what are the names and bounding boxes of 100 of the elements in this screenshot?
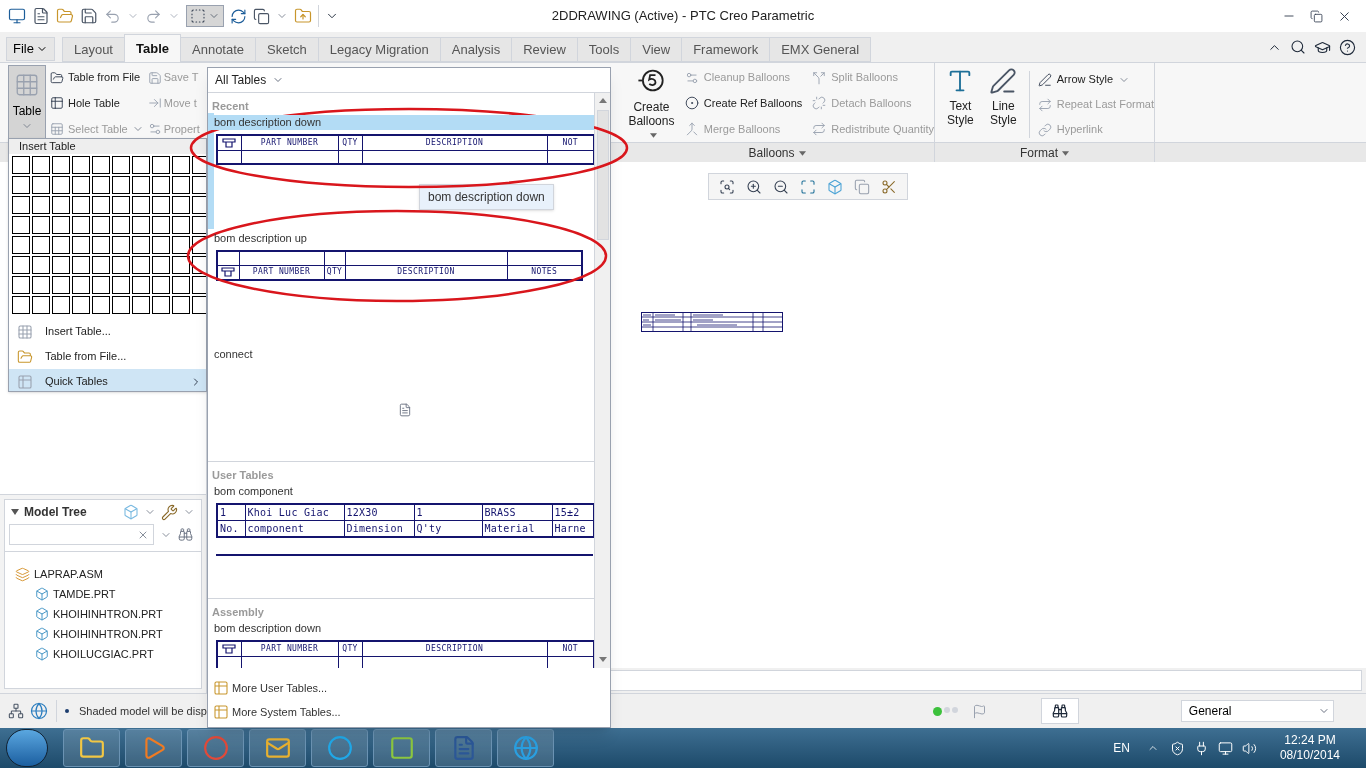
- ribbon-tab[interactable]: View: [630, 37, 683, 62]
- taskbar-app[interactable]: [249, 729, 306, 767]
- folder-icon[interactable]: [294, 7, 312, 25]
- table-size-cell[interactable]: [32, 296, 50, 314]
- menu-item[interactable]: More User Tables...: [213, 676, 610, 700]
- table-size-cell[interactable]: [52, 296, 70, 314]
- table-size-cell[interactable]: [112, 276, 130, 294]
- table-size-cell[interactable]: [172, 236, 190, 254]
- table-size-cell[interactable]: [172, 256, 190, 274]
- zoom-in-icon[interactable]: [745, 178, 762, 195]
- table-size-cell[interactable]: [172, 296, 190, 314]
- table-size-cell[interactable]: [92, 276, 110, 294]
- open-icon[interactable]: [56, 7, 74, 25]
- table-size-cell[interactable]: [152, 276, 170, 294]
- taskbar-app[interactable]: [373, 729, 430, 767]
- ribbon-tab[interactable]: EMX General: [769, 37, 872, 62]
- tools-icon[interactable]: [161, 503, 178, 521]
- menu-item[interactable]: More System Tables...: [213, 700, 610, 724]
- table-size-cell[interactable]: [72, 176, 90, 194]
- table-size-cell[interactable]: [72, 156, 90, 174]
- ribbon-tab[interactable]: Legacy Migration: [317, 37, 441, 62]
- redo-icon[interactable]: [145, 7, 162, 25]
- table-size-cell[interactable]: [132, 296, 150, 314]
- table-size-cell[interactable]: [112, 216, 130, 234]
- table-size-cell[interactable]: [132, 196, 150, 214]
- table-size-cell[interactable]: [52, 276, 70, 294]
- menu-item[interactable]: Insert Table...: [9, 319, 206, 344]
- regenerate-icon[interactable]: [230, 7, 247, 25]
- ribbon-tab[interactable]: Sketch: [255, 37, 319, 62]
- menu-item[interactable]: Quick Tables: [9, 369, 206, 391]
- create-balloons-button[interactable]: Create Balloons: [626, 65, 677, 142]
- table-size-cell[interactable]: [152, 176, 170, 194]
- refit-icon[interactable]: [718, 178, 735, 195]
- filter-select[interactable]: General: [1180, 700, 1334, 722]
- quick-table-item[interactable]: bom component 1 Khoi Luc Giac 12X30 1 BRASS 15±2 No. component Dimension Q'ty Material Harne: [208, 482, 594, 598]
- table-size-cell[interactable]: [132, 256, 150, 274]
- start-button[interactable]: [6, 729, 48, 767]
- table-size-cell[interactable]: [32, 236, 50, 254]
- ribbon-tab[interactable]: Tools: [576, 37, 632, 62]
- filter-dropdown[interactable]: All Tables: [215, 71, 285, 89]
- tree-item[interactable]: KHOIHINHTRON.PRT: [35, 604, 191, 624]
- table-size-cell[interactable]: [72, 276, 90, 294]
- search-field[interactable]: [9, 524, 154, 545]
- group-label[interactable]: Format: [1020, 143, 1069, 162]
- table-button[interactable]: Table: [8, 65, 46, 139]
- volume-icon[interactable]: [1241, 740, 1257, 756]
- table-size-cell[interactable]: [172, 216, 190, 234]
- table-size-cell[interactable]: [52, 196, 70, 214]
- table-size-cell[interactable]: [172, 156, 190, 174]
- tree-item[interactable]: KHOILUCGIAC.PRT: [35, 644, 191, 664]
- table-size-cell[interactable]: [52, 176, 70, 194]
- ribbon-button[interactable]: Hole Table: [50, 90, 144, 116]
- ribbon-tab[interactable]: Table: [124, 34, 181, 62]
- table-size-cell[interactable]: [92, 216, 110, 234]
- table-size-cell[interactable]: [72, 196, 90, 214]
- table-size-cell[interactable]: [112, 176, 130, 194]
- quick-table-item[interactable]: bom description up PART NUMBER QTY DESCRIPTION NOTES: [208, 229, 594, 345]
- navigator-icon[interactable]: [8, 703, 24, 719]
- table-size-cell[interactable]: [112, 256, 130, 274]
- table-size-cell[interactable]: [192, 296, 206, 314]
- table-size-cell[interactable]: [132, 236, 150, 254]
- menu-item[interactable]: Table from File...: [9, 344, 206, 369]
- language-indicator[interactable]: EN: [1113, 739, 1130, 757]
- find-icon[interactable]: [178, 527, 193, 542]
- table-size-cell[interactable]: [12, 276, 30, 294]
- table-size-cell[interactable]: [192, 196, 206, 214]
- scroll-thumb[interactable]: [596, 110, 609, 240]
- style-button[interactable]: Text Style: [943, 67, 978, 142]
- action-center-icon[interactable]: [1169, 740, 1185, 756]
- table-size-cell[interactable]: [92, 156, 110, 174]
- ribbon-button[interactable]: Arrow Style: [1037, 67, 1154, 92]
- table-size-cell[interactable]: [12, 216, 30, 234]
- table-size-cell[interactable]: [52, 156, 70, 174]
- table-size-cell[interactable]: [92, 256, 110, 274]
- tree-item[interactable]: TAMDE.PRT: [35, 584, 191, 604]
- table-size-cell[interactable]: [192, 216, 206, 234]
- table-size-cell[interactable]: [112, 196, 130, 214]
- new-icon[interactable]: [32, 7, 50, 25]
- table-size-cell[interactable]: [92, 176, 110, 194]
- group-label[interactable]: Balloons: [748, 143, 806, 162]
- file-menu[interactable]: File: [6, 37, 55, 61]
- table-size-cell[interactable]: [12, 156, 30, 174]
- find-button[interactable]: [1040, 698, 1079, 724]
- table-size-cell[interactable]: [32, 216, 50, 234]
- table-size-cell[interactable]: [112, 236, 130, 254]
- table-size-cell[interactable]: [92, 296, 110, 314]
- table-size-cell[interactable]: [32, 256, 50, 274]
- tree-item[interactable]: KHOIHINHTRON.PRT: [35, 624, 191, 644]
- quick-table-item[interactable]: bom description down PART NUMBER QTY DESCRIPTION NOT: [208, 619, 594, 668]
- table-size-cell[interactable]: [52, 236, 70, 254]
- table-size-cell[interactable]: [52, 216, 70, 234]
- ribbon-tab[interactable]: Review: [511, 37, 578, 62]
- table-size-cell[interactable]: [132, 276, 150, 294]
- table-size-cell[interactable]: [172, 196, 190, 214]
- zoom-out-icon[interactable]: [772, 178, 789, 195]
- table-size-cell[interactable]: [12, 196, 30, 214]
- table-size-cell[interactable]: [152, 236, 170, 254]
- table-size-cell[interactable]: [172, 276, 190, 294]
- table-size-cell[interactable]: [152, 256, 170, 274]
- table-size-cell[interactable]: [152, 196, 170, 214]
